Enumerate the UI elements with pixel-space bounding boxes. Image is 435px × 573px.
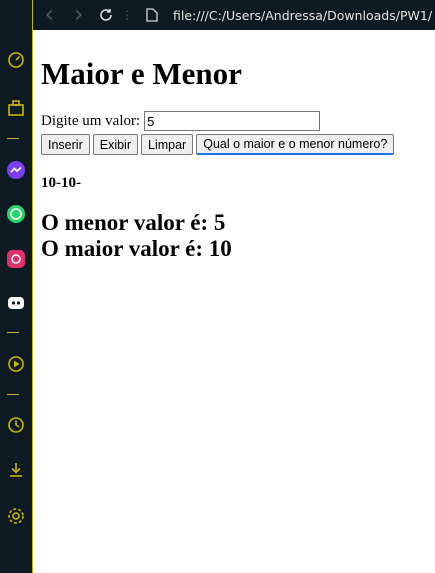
value-label: Digite um valor: xyxy=(41,112,141,129)
divider-icon: ⋮ xyxy=(121,8,133,22)
forward-icon[interactable] xyxy=(67,4,89,26)
value-input[interactable] xyxy=(144,111,321,131)
max-result: O maior valor é: 10 xyxy=(41,236,232,261)
back-icon[interactable] xyxy=(39,4,61,26)
address-bar-url[interactable]: file:///C:/Users/Andressa/Downloads/PW1/ xyxy=(173,8,432,23)
values-list: 10-10- xyxy=(41,175,81,191)
discord-icon[interactable] xyxy=(0,293,32,313)
whatsapp-icon[interactable] xyxy=(0,204,32,224)
browser-toolbar: ⋮ file:///C:/Users/Andressa/Downloads/PW… xyxy=(33,0,435,30)
downloads-icon[interactable] xyxy=(0,460,32,480)
history-icon[interactable] xyxy=(0,415,32,435)
min-result: O menor valor é: 5 xyxy=(41,210,226,235)
compute-min-max-button[interactable]: Qual o maior e o menor número? xyxy=(196,134,395,155)
settings-icon[interactable] xyxy=(0,506,32,526)
messenger-icon[interactable] xyxy=(0,160,32,180)
page-title: Maior e Menor xyxy=(41,56,242,91)
show-button[interactable]: Exibir xyxy=(92,134,138,155)
button-row: Inserir Exibir Limpar Qual o maior e o m… xyxy=(41,134,435,155)
speed-dial-icon[interactable] xyxy=(0,50,32,70)
reload-icon[interactable] xyxy=(95,4,117,26)
clear-button[interactable]: Limpar xyxy=(141,134,194,155)
briefcase-icon[interactable] xyxy=(0,98,32,118)
value-form: Digite um valor: xyxy=(41,110,435,132)
file-icon xyxy=(141,4,163,26)
browser-sidebar xyxy=(0,0,33,573)
instagram-icon[interactable] xyxy=(0,249,32,269)
player-icon[interactable] xyxy=(0,354,32,374)
insert-button[interactable]: Inserir xyxy=(41,134,90,155)
page-content: Maior e Menor Digite um valor: Inserir E… xyxy=(41,30,435,573)
